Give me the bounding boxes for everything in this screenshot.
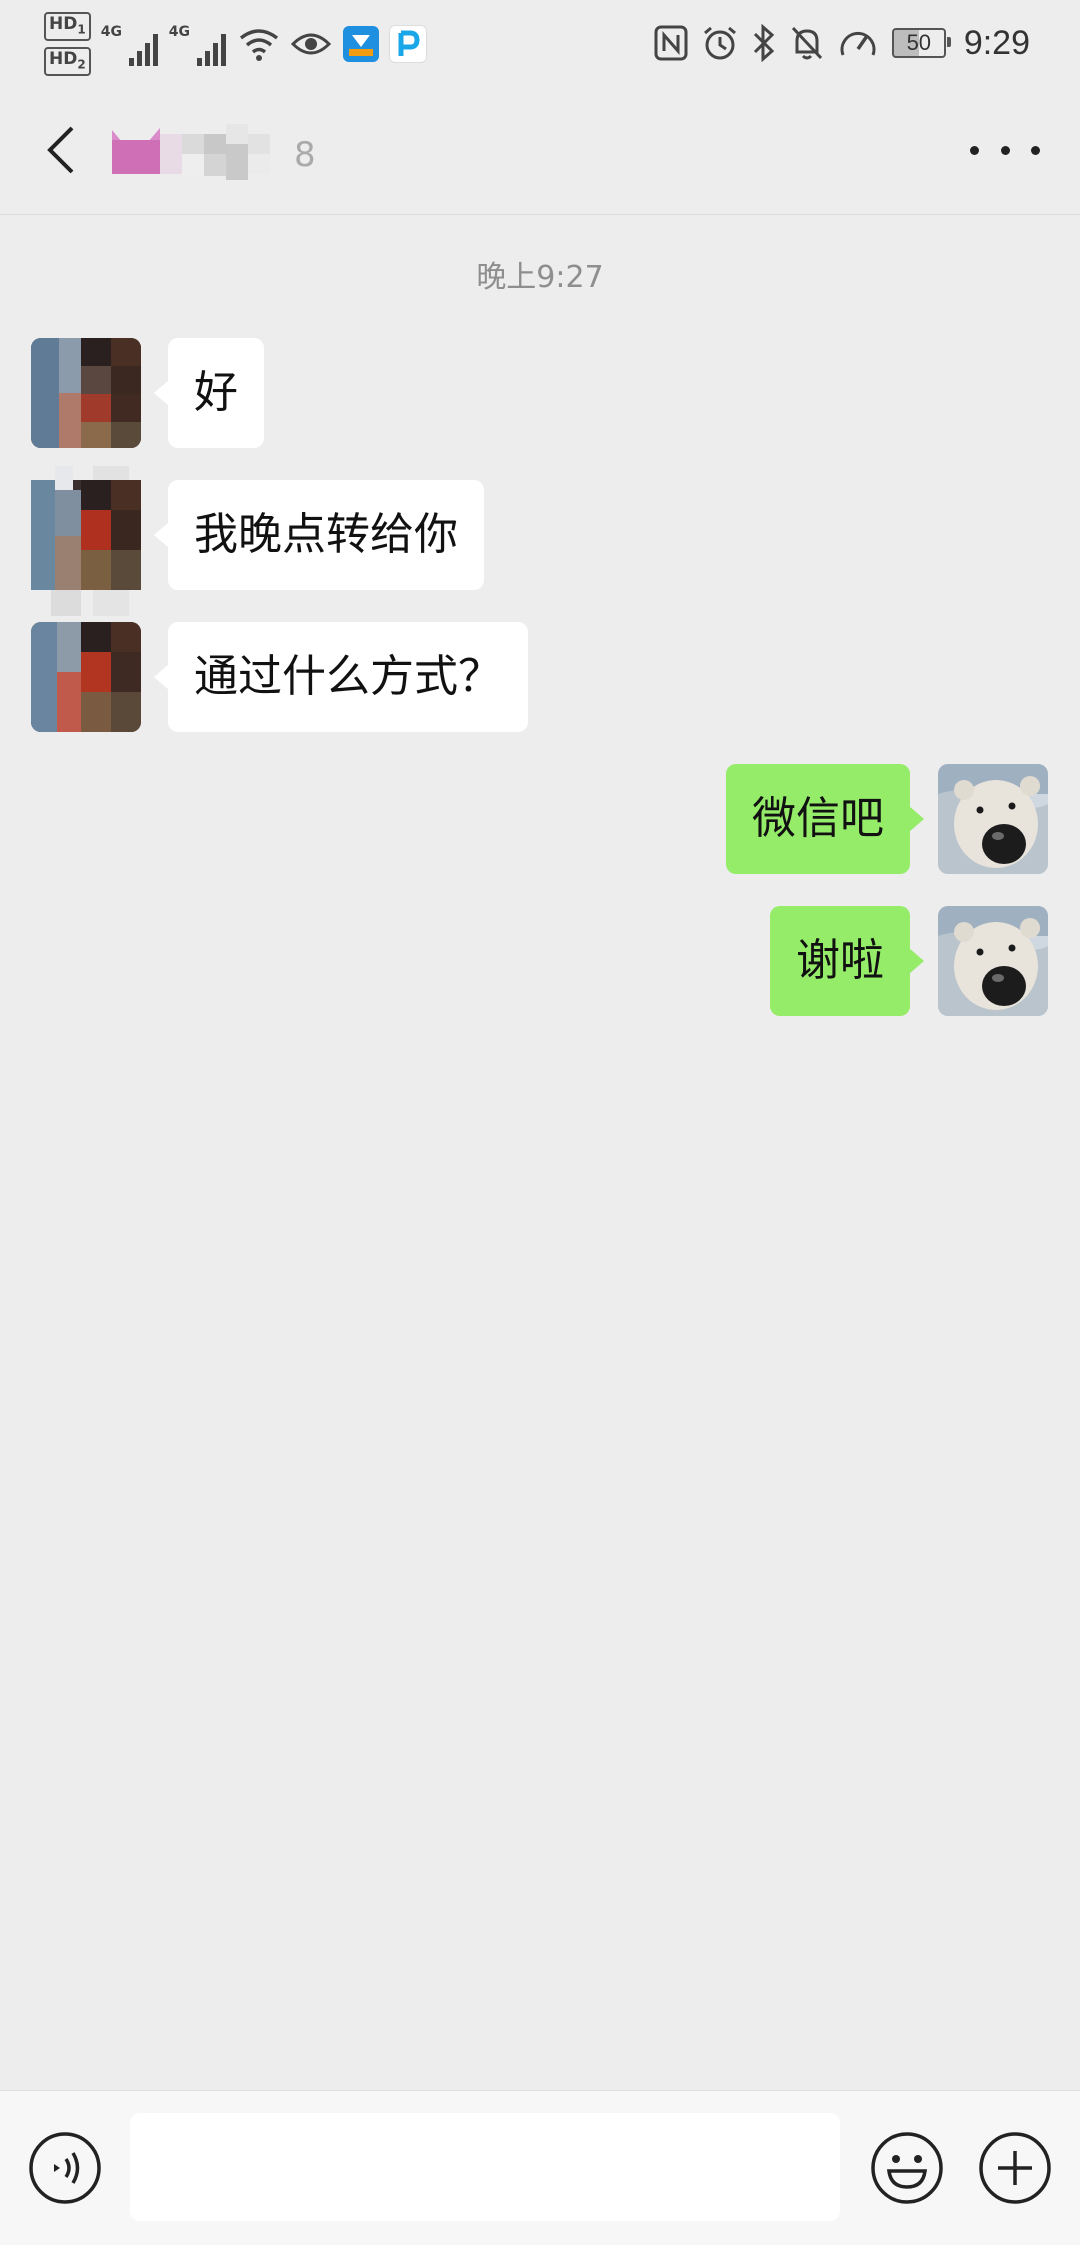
emoji-icon	[871, 2132, 943, 2204]
back-button[interactable]	[30, 118, 94, 182]
battery-icon: 50	[891, 28, 951, 58]
voice-button[interactable]	[28, 2131, 102, 2205]
message-row-incoming: 好	[0, 338, 1080, 448]
status-time: 9:29	[963, 23, 1030, 62]
message-bubble-incoming[interactable]: 好	[154, 338, 264, 448]
app-badge-icon	[342, 26, 379, 62]
message-row-outgoing: 微信吧	[0, 764, 1080, 874]
plus-icon	[979, 2132, 1051, 2204]
alarm-icon	[703, 26, 736, 60]
message-input[interactable]	[130, 2113, 840, 2221]
battery-level: 50	[906, 30, 932, 55]
chat-area[interactable]: 晚上9:27 好 我晚点转给你 通过什么方式？ 微信吧 谢啦	[0, 214, 1080, 2090]
message-row-incoming: 通过什么方式？	[0, 622, 1080, 732]
app-p-icon	[388, 25, 427, 63]
mute-bell-icon	[791, 26, 822, 60]
contact-avatar[interactable]	[31, 466, 141, 616]
status-bar: HD1 HD2 4G 4G 50 9:29	[0, 0, 1080, 88]
input-bar	[0, 2090, 1080, 2245]
message-row-incoming: 我晚点转给你	[0, 466, 1080, 616]
more-functions-button[interactable]	[978, 2131, 1052, 2205]
signal-icon: 4G	[169, 22, 231, 66]
nfc-icon	[654, 25, 688, 61]
message-bubble-incoming[interactable]: 我晚点转给你	[154, 480, 484, 590]
sim-indicators: HD1 HD2	[44, 11, 91, 77]
svg-text:8: 8	[294, 135, 316, 175]
signal-icon: 4G	[101, 22, 163, 66]
bluetooth-icon	[753, 24, 774, 62]
message-bubble-incoming[interactable]: 通过什么方式？	[154, 622, 528, 732]
more-dots-icon	[1000, 145, 1010, 155]
sim2-hd-badge: HD2	[44, 47, 91, 77]
message-row-outgoing: 谢啦	[0, 906, 1080, 1016]
message-bubble-outgoing[interactable]: 谢啦	[770, 906, 924, 1016]
message-timestamp: 晚上9:27	[476, 260, 604, 295]
emoji-button[interactable]	[870, 2131, 944, 2205]
more-dots-icon	[1031, 145, 1040, 155]
chat-header: 8	[0, 88, 1080, 215]
wifi-icon	[239, 29, 278, 61]
more-dots-icon	[970, 145, 979, 155]
more-button[interactable]	[970, 128, 1040, 172]
eye-icon	[290, 33, 331, 55]
message-bubble-outgoing[interactable]: 微信吧	[726, 764, 924, 874]
chevron-left-icon	[47, 126, 74, 174]
redacted-name-mosaic: 8	[112, 124, 316, 180]
contact-name[interactable]: 8	[108, 120, 328, 180]
network-type-2: 4G	[168, 24, 190, 40]
status-right: 50 9:29	[654, 18, 1030, 68]
self-avatar[interactable]	[938, 906, 1048, 1016]
network-type-1: 4G	[100, 24, 122, 40]
voice-icon	[29, 2132, 101, 2204]
sim1-hd-badge: HD1	[44, 11, 91, 41]
contact-avatar[interactable]	[31, 622, 141, 732]
self-avatar[interactable]	[938, 764, 1048, 874]
status-left: HD1 HD2 4G 4G	[44, 11, 427, 77]
speedometer-icon	[840, 32, 876, 56]
contact-avatar[interactable]	[31, 338, 141, 448]
